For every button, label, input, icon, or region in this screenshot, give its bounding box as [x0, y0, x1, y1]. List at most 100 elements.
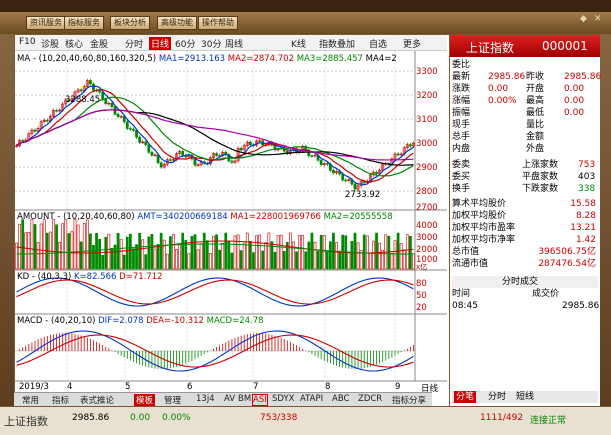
indicator-tabs: 常用 指标 表式推论 模板 管理 13j4 AV BM ASI SDYX ATA…: [14, 392, 432, 407]
volume-bar: [402, 249, 406, 270]
volume-bar: [196, 249, 200, 270]
volume-bar: [295, 251, 298, 270]
volume-bar: [21, 219, 25, 270]
quote-header: 上证指数 000001: [450, 35, 600, 57]
chart-area[interactable]: MA - (10,20,40,60,80,160,320,5) MA1=2913…: [15, 51, 447, 398]
volume-bar: [307, 241, 311, 270]
settings-icon[interactable]: ◆: [580, 14, 587, 24]
tb-kline[interactable]: K线: [291, 37, 306, 50]
volume-bar: [52, 219, 55, 270]
tb-golden[interactable]: 金股: [90, 37, 108, 50]
tb-f10[interactable]: F10: [19, 37, 36, 47]
kd-label: KD - (40,3,3): [17, 272, 72, 282]
tab-indicator[interactable]: 指标: [52, 394, 69, 406]
menu-item-advanced[interactable]: 高级功能: [157, 16, 197, 30]
menu-item-info[interactable]: 资讯服务: [26, 16, 66, 30]
tb-diagnose[interactable]: 诊股: [41, 37, 59, 50]
volume-bar: [162, 239, 166, 270]
quote-panel: 上证指数 000001 委比 最新 2985.86 昨收 2985.86 涨跌 …: [449, 35, 602, 428]
volume-bar: [273, 251, 277, 270]
tb-intraday[interactable]: 分时: [125, 37, 143, 50]
tab-asi[interactable]: ASI: [252, 394, 268, 406]
tab-bm[interactable]: BM: [238, 394, 251, 404]
status-updown: 753/338: [260, 413, 298, 423]
tab-short[interactable]: 短线: [516, 391, 534, 403]
tb-watchlist[interactable]: 自选: [369, 37, 387, 50]
tb-core[interactable]: 核心: [65, 37, 83, 50]
volume-bar: [169, 236, 172, 270]
volume-bar: [159, 232, 163, 270]
status-index-label: 上证指数: [4, 415, 48, 428]
tab-sdyx[interactable]: SDYX: [272, 394, 295, 404]
quote-row: 内盘 外盘: [452, 144, 545, 154]
volume-bar: [89, 233, 92, 270]
quote-row: 最新 2985.86 昨收 2985.86: [452, 72, 602, 82]
menu-item-indicator[interactable]: 指标服务: [64, 16, 104, 30]
tab-template[interactable]: 模板: [134, 394, 156, 406]
tb-30min[interactable]: 30分: [201, 37, 221, 50]
volume-bar: [24, 232, 28, 270]
volume-bar: [110, 247, 114, 270]
tab-common[interactable]: 常用: [22, 394, 39, 406]
candle-body: [55, 110, 58, 112]
candle-body: [98, 90, 101, 93]
volume-bar: [267, 232, 271, 270]
amt-ma1-value: MA1=228001969766: [230, 212, 321, 222]
volume-bar: [144, 254, 148, 270]
candle-body: [150, 151, 154, 156]
amt-value: AMT=340200669184: [137, 212, 228, 222]
volume-bar: [245, 232, 249, 270]
amount-legend: AMOUNT - (10,20,40,60,80) AMT=3402006691…: [17, 212, 393, 222]
breadth-row: 委卖 上涨家数 753: [452, 160, 596, 170]
volume-bar: [193, 234, 197, 270]
menu-item-sector[interactable]: 板块分析: [110, 16, 150, 30]
volume-bar: [101, 255, 105, 270]
menu-item-help[interactable]: 操作帮助: [198, 16, 238, 30]
quote-row: 涨跌 0.00 开盘 0.00: [452, 84, 585, 94]
tb-more[interactable]: 更多: [403, 37, 421, 50]
status-change: 0.00: [130, 413, 151, 423]
d-value: D=71.712: [119, 272, 163, 282]
volume-bar: [61, 223, 65, 270]
volume-bar: [224, 232, 228, 270]
volume-bar: [319, 234, 323, 270]
amt-ma2-value: MA2=20555558: [323, 212, 393, 222]
volume-bar: [107, 233, 111, 270]
candle-body: [92, 83, 95, 91]
tab-13j4[interactable]: 13j4: [196, 394, 215, 404]
tab-manage[interactable]: 管理: [164, 394, 181, 406]
ma3-value: MA3=2885.457: [296, 54, 363, 64]
tb-overlay[interactable]: 指数叠加: [319, 37, 355, 50]
chart-toolbar: F10 诊股 核心 金股 分时 日线 60分 30分 周线 K线 指数叠加 自选…: [15, 35, 447, 51]
close-icon[interactable]: ✕: [594, 14, 602, 24]
volume-bar: [270, 241, 274, 270]
tb-60min[interactable]: 60分: [175, 37, 195, 50]
quote-row: 总手 金额: [452, 132, 545, 142]
candle-body: [101, 91, 105, 100]
tab-abc[interactable]: ABC: [332, 394, 349, 404]
kd-tick-50: 50: [416, 291, 427, 301]
tb-daily[interactable]: 日线: [149, 37, 172, 50]
candle-body: [45, 119, 49, 122]
title-bar: [0, 0, 611, 12]
tab-intraday[interactable]: 分时: [488, 391, 506, 403]
volume-bar: [119, 239, 123, 270]
volume-bar: [27, 232, 31, 270]
volume-bar: [292, 241, 295, 270]
stat-row: 加权平均市净率 1.42: [452, 235, 596, 245]
volume-bar: [150, 233, 154, 270]
volume-bar: [49, 231, 52, 270]
candle-body: [125, 121, 129, 129]
tab-zdcr[interactable]: ZDCR: [358, 394, 382, 404]
volume-bar: [356, 242, 360, 270]
candle-body: [159, 162, 163, 168]
tab-reasoning[interactable]: 表式推论: [80, 394, 114, 406]
tab-av[interactable]: AV: [224, 394, 235, 404]
volume-bar: [221, 242, 225, 270]
tab-ticks[interactable]: 分笔: [454, 391, 477, 403]
tab-share[interactable]: 指标分享: [392, 394, 426, 406]
quote-bottom-tabs: 分笔 分时 短线: [452, 391, 598, 403]
volume-bar: [252, 252, 255, 270]
tab-atapi[interactable]: ATAPI: [300, 394, 323, 404]
tb-weekly[interactable]: 周线: [225, 37, 243, 50]
